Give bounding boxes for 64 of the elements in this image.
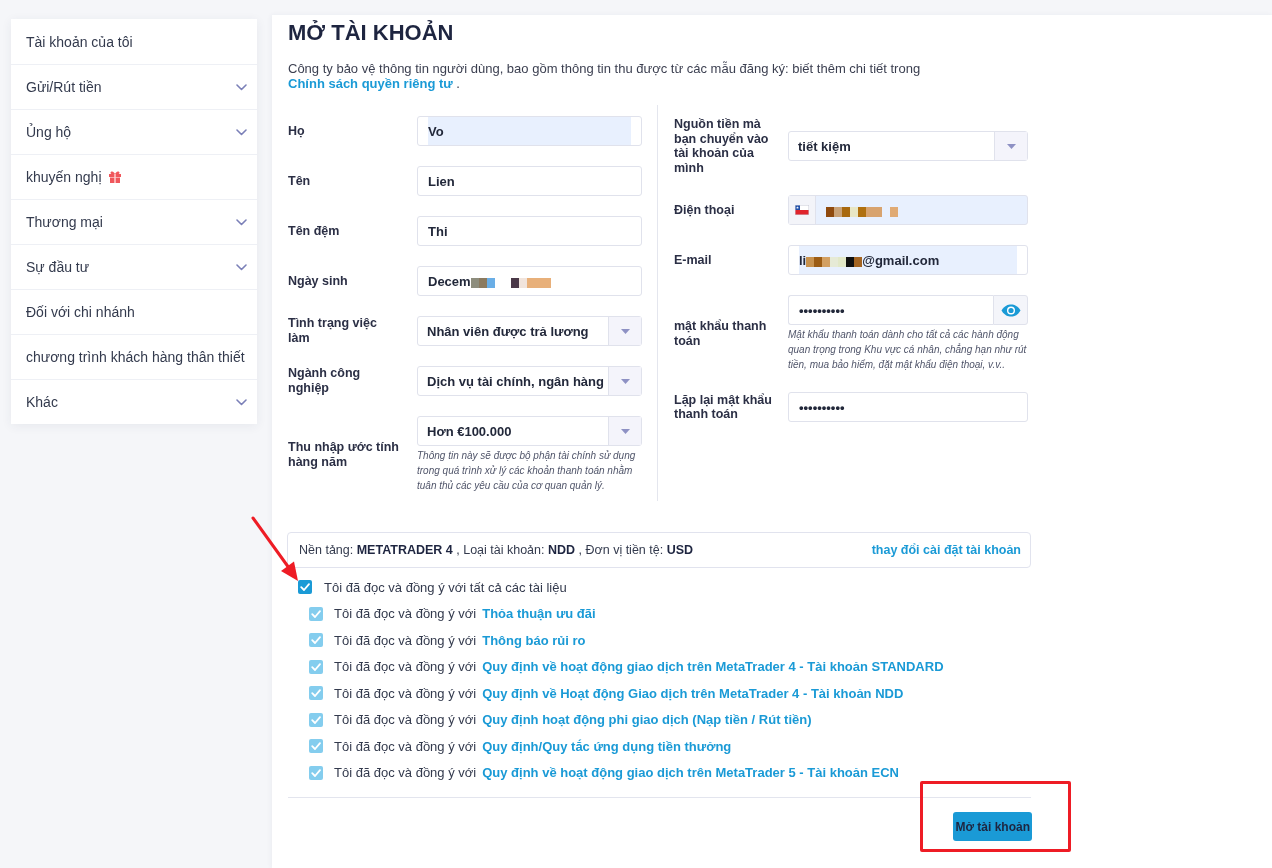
chevron-down-icon <box>236 263 247 271</box>
sidebar-item[interactable]: Ủng hộ <box>11 109 257 154</box>
field-label: Thu nhập ước tính hàng năm <box>288 439 400 470</box>
sidebar-item[interactable]: Gửi/Rút tiền <box>11 64 257 109</box>
dropdown[interactable]: Dịch vụ tài chính, ngân hàng <box>417 366 642 396</box>
field-hint: Thông tin này sẽ được bộ phận tài chính sử dụng trong quá trình xử lý các khoản thanh toán nhằm tuân thủ các yêu cầu của cơ quan quản lý. <box>417 449 637 493</box>
flag-icon[interactable] <box>789 196 816 224</box>
field-label: Tên đệm <box>288 223 341 239</box>
agreement-text: Tôi đã đọc và đồng ý với <box>334 659 477 675</box>
pixelated-redaction <box>826 206 898 217</box>
dropdown[interactable]: Nhân viên được trả lương <box>417 316 642 346</box>
checkbox[interactable] <box>298 580 312 595</box>
sidebar-item[interactable]: khuyến nghị <box>11 154 257 199</box>
caret-down-icon <box>608 367 641 395</box>
agreement-text: Tôi đã đọc và đồng ý với <box>334 632 477 648</box>
show-password-button[interactable] <box>993 295 1028 325</box>
page-title: MỞ TÀI KHOẢN <box>288 19 455 47</box>
text-field[interactable]: Decem <box>417 266 642 296</box>
sidebar-item[interactable]: Tài khoản của tôi <box>11 19 257 64</box>
sidebar-item[interactable]: Khác <box>11 379 257 424</box>
pixelated-redaction <box>806 256 863 267</box>
caret-down-icon <box>608 417 641 445</box>
chevron-down-icon <box>236 128 247 136</box>
password-field[interactable]: •••••••••• <box>788 392 1028 422</box>
sidebar-item[interactable]: Sự đầu tư <box>11 244 257 289</box>
field-label: Tình trạng việc làm <box>288 316 378 346</box>
chevron-down-icon <box>236 83 247 91</box>
chevron-down-icon <box>236 218 247 226</box>
field-label: E-mail <box>674 252 713 268</box>
dropdown[interactable]: tiết kiệm <box>788 131 1028 161</box>
sidebar-item[interactable]: chương trình khách hàng thân thiết <box>11 334 257 379</box>
field-label: Ngành công nghiệp <box>288 366 362 396</box>
agreement-text: Tôi đã đọc và đồng ý với tất cả các tài liệu <box>324 579 567 595</box>
field-label: Nguồn tiền mà bạn chuyển vào tài khoản của mình <box>674 117 770 175</box>
field-label: Điện thoại <box>674 202 736 218</box>
field-label: Lặp lại mật khẩu thanh toán <box>674 392 773 422</box>
password-field[interactable]: •••••••••• <box>788 295 993 325</box>
text-field[interactable]: Thi <box>417 216 642 246</box>
agreement-text: Tôi đã đọc và đồng ý với <box>334 765 477 781</box>
annotation-arrow <box>251 516 300 583</box>
phone-field[interactable] <box>788 195 1028 225</box>
field-label: Ngày sinh <box>288 273 349 289</box>
sidebar-item[interactable]: Thương mại <box>11 199 257 244</box>
text-field[interactable]: Vo <box>417 116 642 146</box>
sidebar-item[interactable]: Đối với chi nhánh <box>11 289 257 334</box>
text-field[interactable]: Lien <box>417 166 642 196</box>
agreement-text: Tôi đã đọc và đồng ý với <box>334 685 477 701</box>
field-label: Họ <box>288 123 306 139</box>
intro-text: Công ty bảo vệ thông tin người dùng, bao gồm thông tin thu được từ các mẫu đăng ký: biết thêm chi tiết trong Chính sách quyền riêng tư . <box>288 61 922 91</box>
agreement-text: Tôi đã đọc và đồng ý với <box>334 712 477 728</box>
caret-down-icon <box>994 132 1027 160</box>
account-summary-text: Nền tảng: METATRADER 4 , Loại tài khoản: NDD , Đơn vị tiền tệ: USD <box>299 543 694 557</box>
agreement-text: Tôi đã đọc và đồng ý với <box>334 606 477 622</box>
text-field[interactable]: li @gmail.com <box>788 245 1028 275</box>
open-account-button[interactable]: Mở tài khoản <box>953 812 1032 841</box>
eye-icon <box>1000 303 1021 317</box>
field-label: Tên <box>288 173 312 189</box>
caret-down-icon <box>608 317 641 345</box>
gift-icon <box>108 171 121 183</box>
field-hint: Mật khẩu thanh toán dành cho tất cả các hành động quan trọng trong Khu vực cá nhân, chẳng hạn như rút tiền, mua bảo hiểm, đặt mật khẩu điện thoại, v.v.. <box>788 328 1028 372</box>
chevron-down-icon <box>236 398 247 406</box>
field-label: mật khẩu thanh toán <box>674 319 768 348</box>
agreement-text: Tôi đã đọc và đồng ý với <box>334 738 477 754</box>
dropdown[interactable]: Hơn €100.000 <box>417 416 642 446</box>
